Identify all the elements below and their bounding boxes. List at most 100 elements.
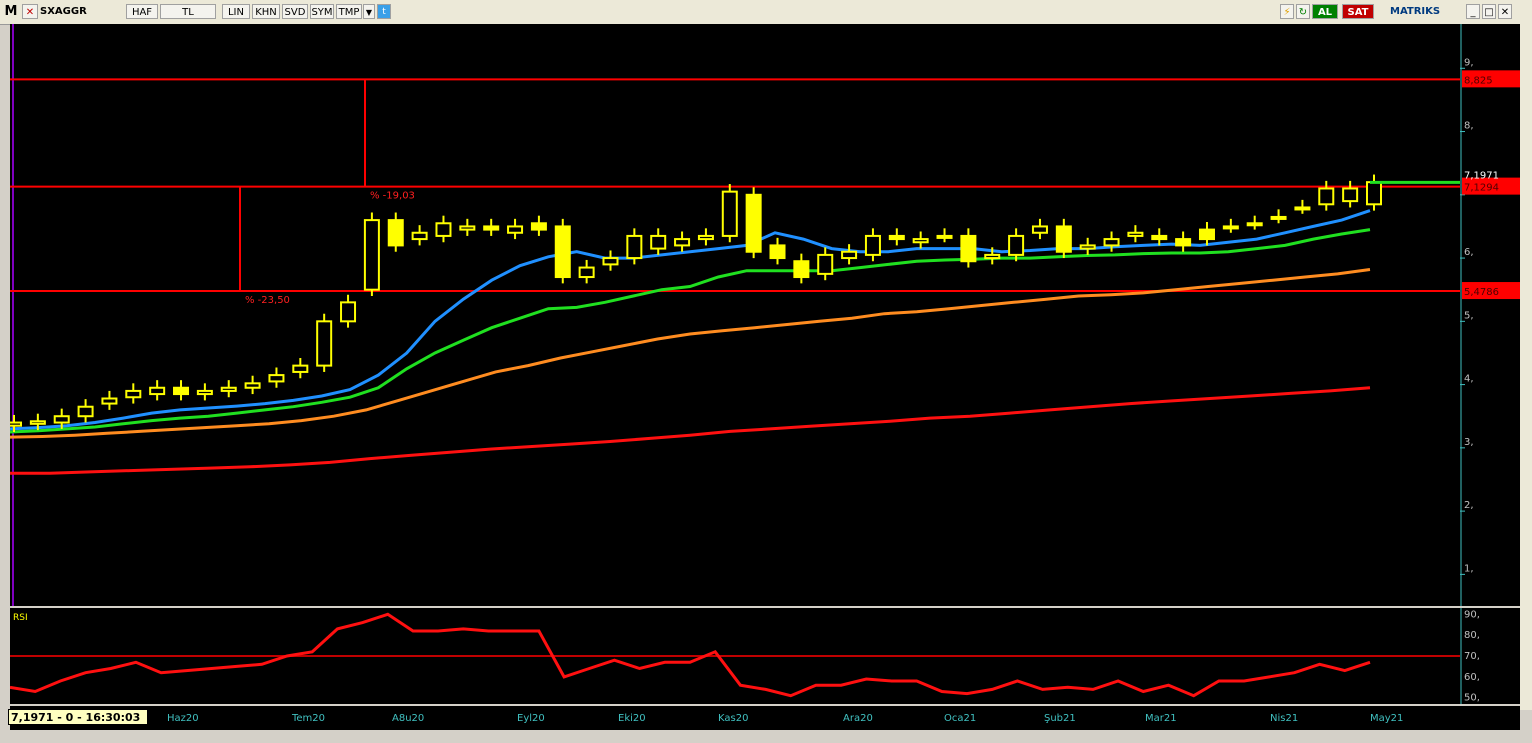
rsi-axis: 90, 80, 70, 60, 50,	[1460, 608, 1520, 704]
candle-body	[29, 420, 46, 425]
candle-body	[841, 250, 858, 260]
rsi-axis-svg: 90, 80, 70, 60, 50,	[1460, 608, 1480, 704]
price-label-mid: 7,1294	[1464, 183, 1499, 194]
candle-body	[1127, 231, 1144, 237]
x-axis-label: Eyl20	[517, 713, 545, 724]
candle-body	[626, 234, 643, 260]
x-axis-label: Nis21	[1270, 713, 1299, 724]
price-label-top: 8,825	[1464, 75, 1493, 86]
candle-body	[936, 234, 953, 239]
buy-button[interactable]: AL	[1312, 4, 1338, 19]
close-window-icon[interactable]: ✕	[1498, 4, 1512, 19]
price-label-low: 5,4786	[1464, 287, 1499, 298]
candle-body	[1031, 225, 1048, 234]
x-axis-label: Mar21	[1145, 713, 1177, 724]
candle-body	[697, 234, 714, 241]
template-button[interactable]: TMP	[336, 4, 362, 19]
candle-body	[435, 222, 452, 237]
candle-body	[1342, 187, 1359, 203]
candle-body	[459, 225, 476, 231]
y-tick-label: 3,	[1464, 437, 1474, 448]
candle-body	[125, 389, 142, 399]
rsi-tick-label: 50,	[1464, 693, 1480, 704]
x-axis-label: Kas20	[718, 713, 749, 724]
status-bar	[0, 730, 1532, 743]
candle-body	[530, 222, 547, 231]
sell-button[interactable]: SAT	[1342, 4, 1374, 19]
toolbar: M ✕ SXAGGR HAF TL LIN KHN SVD SYM TMP ▼ …	[0, 0, 1532, 25]
refresh-icon[interactable]: ↻	[1296, 4, 1310, 19]
candle-body	[1270, 215, 1287, 220]
candle-button[interactable]: KHN	[252, 4, 280, 19]
candle-body	[220, 386, 237, 392]
candle-body	[1103, 238, 1120, 247]
price-axis-svg: 9,8,7,6,5,4,3,2,1,8,8257,12945,47867,197…	[1460, 24, 1520, 606]
linear-button[interactable]: LIN	[222, 4, 250, 19]
candle-body	[960, 234, 977, 263]
price-chart[interactable]: % -19,03 % -23,50	[6, 24, 1460, 606]
rsi-chart[interactable]: RSI	[9, 608, 1460, 704]
candle-body	[292, 364, 309, 373]
y-tick-label: 5,	[1464, 310, 1474, 321]
close-symbol-icon[interactable]: ✕	[22, 4, 38, 19]
maximize-icon[interactable]: □	[1482, 4, 1496, 19]
rsi-tick-label: 60,	[1464, 672, 1480, 683]
candle-body	[1055, 225, 1072, 253]
x-axis-label: Ara20	[843, 713, 873, 724]
candle-body	[1294, 206, 1311, 211]
candle-body	[674, 238, 691, 247]
candle-body	[578, 266, 595, 279]
candle-body	[1198, 228, 1215, 241]
y-tick-label: 6,	[1464, 247, 1474, 258]
candle-body	[1222, 225, 1239, 230]
app-logo: M	[4, 4, 18, 19]
y-tick-label: 9,	[1464, 57, 1474, 68]
price-axis: 9,8,7,6,5,4,3,2,1,8,8257,12945,47867,197…	[1460, 24, 1520, 606]
candle-body	[745, 193, 762, 253]
symbol-name[interactable]: SXAGGR	[40, 4, 120, 19]
candle-body	[149, 386, 166, 396]
lightning-icon[interactable]: ⚡	[1280, 4, 1294, 19]
candle-body	[268, 374, 285, 383]
candle-body	[1175, 238, 1192, 247]
y-tick-label: 4,	[1464, 374, 1474, 385]
candle-body	[1318, 187, 1335, 206]
vertical-scrollbar[interactable]	[1520, 24, 1532, 710]
symbol-button[interactable]: SYM	[310, 4, 334, 19]
ma-orange-line	[9, 268, 1371, 439]
chevron-down-icon[interactable]: ▼	[363, 4, 375, 19]
pct-annotation-2: % -23,50	[245, 295, 290, 306]
x-axis-label: Şub21	[1044, 713, 1076, 724]
x-axis-label: Oca21	[944, 713, 977, 724]
candle-body	[793, 260, 810, 279]
candle-body	[817, 253, 834, 275]
minimize-icon[interactable]: _	[1466, 4, 1480, 19]
candle-body	[340, 301, 357, 323]
candle-body	[53, 415, 70, 424]
candle-body	[244, 382, 261, 389]
candle-body	[6, 421, 22, 427]
candle-body	[316, 320, 333, 367]
candle-body	[650, 234, 667, 250]
rsi-chart-svg: RSI	[9, 612, 1460, 698]
candle-body	[912, 238, 929, 244]
candle-body	[483, 225, 500, 231]
candle-body	[387, 219, 404, 247]
currency-button[interactable]: TL	[160, 4, 216, 19]
candle-body	[173, 386, 190, 396]
x-axis-label: A8u20	[392, 713, 425, 724]
price-chart-svg: % -19,03 % -23,50	[6, 24, 1460, 606]
twitter-icon[interactable]: t	[377, 4, 391, 19]
price-label-last: 7,1971	[1464, 170, 1499, 181]
candle-body	[864, 234, 881, 256]
candle-body	[1151, 234, 1168, 241]
y-tick-label: 8,	[1464, 121, 1474, 132]
candle-body	[888, 234, 905, 241]
period-button[interactable]: HAF	[126, 4, 158, 19]
candle-body	[602, 257, 619, 266]
rsi-tick-label: 70,	[1464, 651, 1480, 662]
candle-body	[1079, 244, 1096, 250]
volume-button[interactable]: SVD	[282, 4, 308, 19]
candle-body	[101, 397, 118, 405]
x-axis-label: Haz20	[167, 713, 199, 724]
